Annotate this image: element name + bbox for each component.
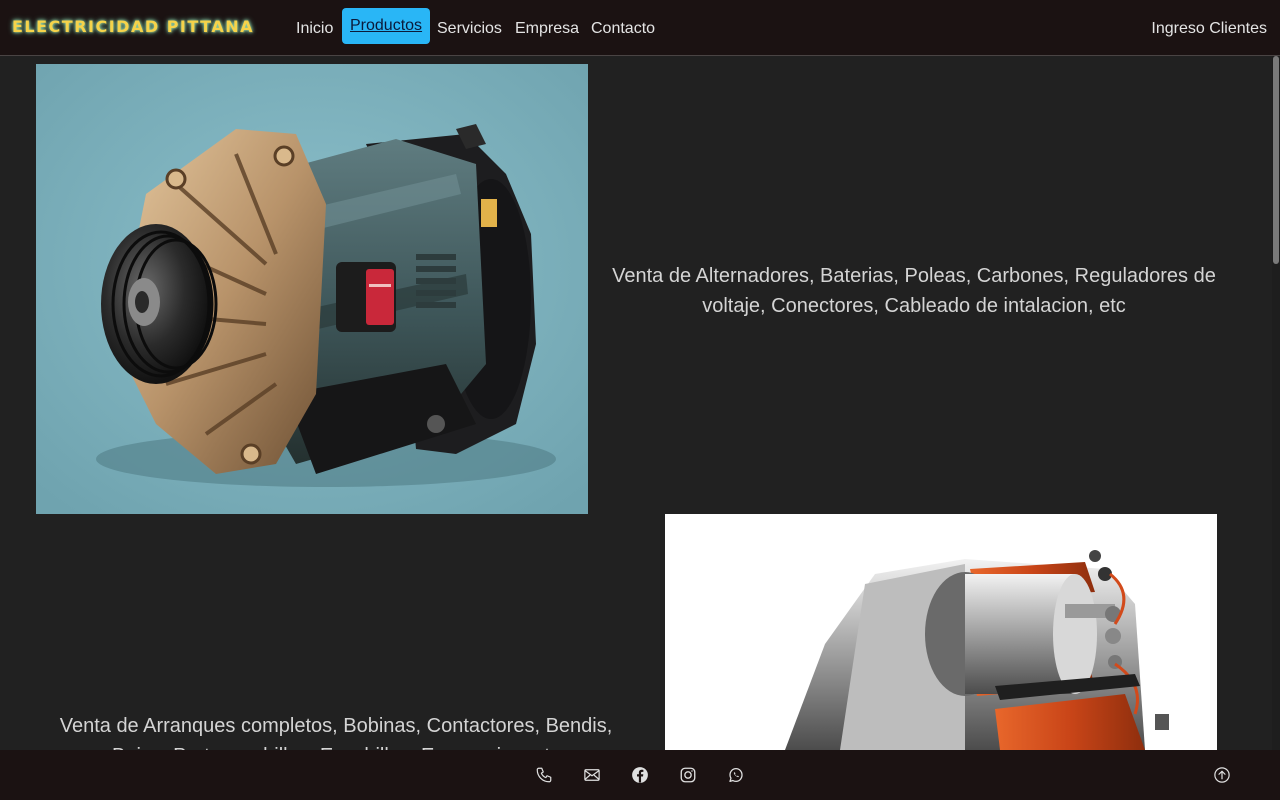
arrow-up-circle-icon[interactable]: [1208, 761, 1236, 789]
alternator-image: [36, 64, 588, 514]
page-scrollbar[interactable]: [1272, 56, 1280, 750]
top-navbar: ELECTRICIDAD PITTANA Inicio Productos Se…: [0, 0, 1280, 56]
mail-icon[interactable]: [578, 761, 606, 789]
nav-link-inicio[interactable]: Inicio: [296, 19, 333, 39]
facebook-icon[interactable]: [626, 761, 654, 789]
nav-link-productos[interactable]: Productos: [342, 8, 431, 44]
starter-motor-image: [665, 514, 1217, 750]
starter-motor-cutaway: [665, 514, 1217, 750]
whatsapp-icon[interactable]: [722, 761, 750, 789]
phone-icon[interactable]: [530, 761, 558, 789]
nav-link-empresa[interactable]: Empresa: [515, 19, 579, 39]
product-description-alternators: Venta de Alternadores, Baterias, Poleas,…: [612, 265, 1216, 317]
alternator-illustration: [36, 64, 588, 514]
scrollbar-thumb[interactable]: [1273, 56, 1279, 264]
brand-logo[interactable]: ELECTRICIDAD PITTANA: [12, 17, 254, 36]
login-link[interactable]: Ingreso Clientes: [1151, 19, 1267, 39]
nav-link-servicios[interactable]: Servicios: [437, 19, 502, 39]
bottom-footer: [0, 750, 1280, 800]
instagram-icon[interactable]: [674, 761, 702, 789]
nav-link-contacto[interactable]: Contacto: [591, 19, 655, 39]
